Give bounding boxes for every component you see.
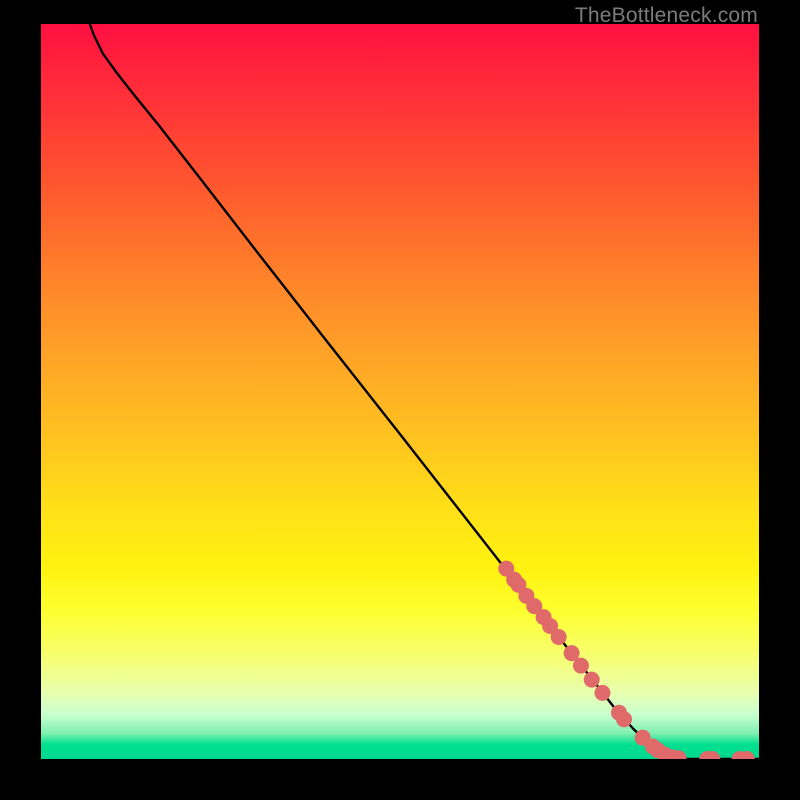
marker-point <box>573 658 589 674</box>
marker-point <box>594 685 610 701</box>
marker-point <box>551 629 567 645</box>
marker-point <box>584 672 600 688</box>
plot-area <box>41 24 759 759</box>
curve-line <box>90 24 759 759</box>
attribution-text: TheBottleneck.com <box>575 4 758 28</box>
chart-stage: TheBottleneck.com <box>0 0 800 800</box>
marker-point <box>616 711 632 727</box>
series-layer <box>90 24 759 759</box>
chart-svg <box>41 24 759 759</box>
